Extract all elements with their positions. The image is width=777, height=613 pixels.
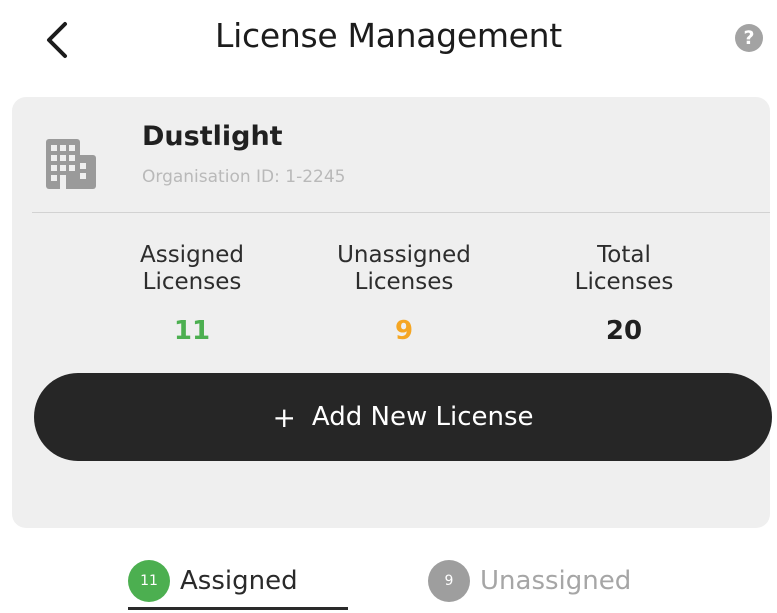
header: License Management ? xyxy=(0,0,777,80)
license-management-screen: License Management ? Dustlight Organisat… xyxy=(0,0,777,613)
total-licenses-stat: Total Licenses 20 xyxy=(534,242,714,346)
assigned-licenses-stat: Assigned Licenses 11 xyxy=(102,242,282,346)
tab-unassigned-label: Unassigned xyxy=(480,566,632,596)
total-licenses-label: Total Licenses xyxy=(574,242,674,295)
help-button[interactable]: ? xyxy=(735,24,763,52)
unassigned-count-badge: 9 xyxy=(428,560,470,602)
tab-assigned[interactable]: 11 Assigned xyxy=(128,555,298,607)
add-new-license-button[interactable]: + Add New License xyxy=(34,373,772,461)
organisation-name: Dustlight xyxy=(142,121,283,152)
active-tab-indicator xyxy=(128,607,348,610)
tab-unassigned[interactable]: 9 Unassigned xyxy=(428,555,631,607)
assigned-licenses-label: Assigned Licenses xyxy=(139,242,245,295)
question-mark-icon: ? xyxy=(743,27,755,49)
tab-assigned-label: Assigned xyxy=(180,566,298,596)
total-licenses-count: 20 xyxy=(605,316,643,346)
building-icon xyxy=(46,139,96,189)
divider xyxy=(32,212,770,213)
unassigned-licenses-count: 9 xyxy=(394,316,414,346)
plus-icon: + xyxy=(272,400,296,434)
organisation-card: Dustlight Organisation ID: 1-2245 Assign… xyxy=(12,97,772,528)
assigned-count-badge: 11 xyxy=(128,560,170,602)
add-new-license-label: Add New License xyxy=(311,402,534,432)
page-title: License Management xyxy=(215,16,562,55)
organisation-id: Organisation ID: 1-2245 xyxy=(142,167,346,187)
unassigned-licenses-label: Unassigned Licenses xyxy=(337,242,471,295)
assigned-licenses-count: 11 xyxy=(173,316,211,346)
unassigned-licenses-stat: Unassigned Licenses 9 xyxy=(314,242,494,346)
